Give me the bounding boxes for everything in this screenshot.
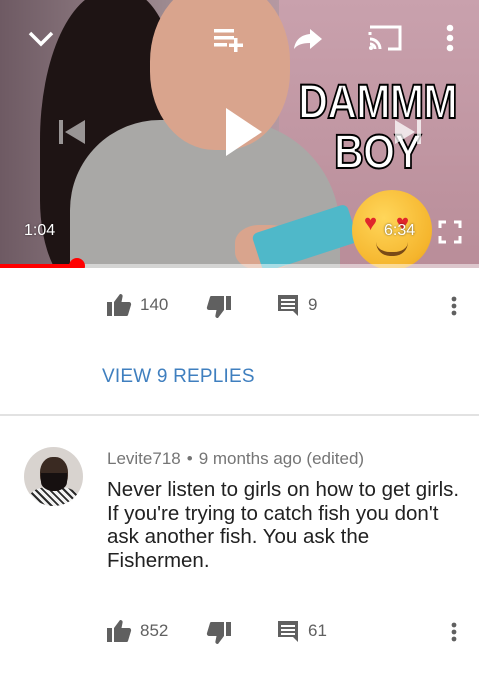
reply-button[interactable]: 61: [276, 616, 327, 646]
progress-scrubber-handle[interactable]: [68, 258, 85, 268]
progress-bar-fill: [0, 264, 77, 268]
cast-icon[interactable]: [364, 20, 406, 56]
prev-reply-button[interactable]: 9: [276, 290, 317, 320]
prev-comment-more-icon[interactable]: [451, 296, 457, 321]
prev-reply-count: 9: [308, 295, 318, 314]
video-player[interactable]: DAMMM BOY ♥ ♥ 1:04 6:34: [0, 0, 479, 268]
fullscreen-icon[interactable]: [436, 218, 464, 246]
next-icon[interactable]: [388, 112, 428, 152]
thumbs-up-icon: [107, 294, 132, 316]
prev-dislike-button[interactable]: [206, 292, 232, 322]
chevron-down-icon[interactable]: [24, 22, 58, 56]
comment-meta: Levite718 • 9 months ago (edited): [107, 449, 364, 469]
comment-line-1: Never listen to girls on how to get girl…: [107, 478, 460, 501]
prev-like-count: 140: [140, 295, 169, 314]
meta-separator: •: [186, 449, 193, 468]
comment-body: Never listen to girls on how to get girl…: [107, 478, 469, 572]
comment-more-icon[interactable]: [451, 622, 457, 647]
duration: 6:34: [384, 222, 416, 239]
previous-icon[interactable]: [52, 112, 92, 152]
comment-icon: [278, 621, 298, 642]
video-overlay-title: DAMMM BOY: [294, 76, 462, 179]
comment-divider: [0, 414, 479, 416]
share-icon[interactable]: [290, 22, 326, 56]
play-icon[interactable]: [214, 100, 270, 164]
overlay-title-line-1: DAMMM: [297, 76, 458, 129]
thumbs-down-icon: [206, 296, 231, 318]
like-button[interactable]: 852: [106, 616, 168, 646]
thumbs-up-icon: [107, 620, 132, 642]
comment-time: 9 months ago (edited): [198, 449, 365, 468]
current-time: 1:04: [24, 222, 56, 239]
comment-icon: [278, 295, 298, 316]
more-vert-icon[interactable]: [438, 20, 462, 56]
like-count: 852: [140, 621, 169, 640]
prev-comment-actions: 140 9: [0, 290, 479, 320]
comment-line-2: If you're trying to catch fish you don't…: [107, 501, 439, 572]
overlay-title-line-2: BOY: [333, 126, 422, 179]
avatar[interactable]: [24, 447, 83, 506]
prev-like-button[interactable]: 140: [106, 290, 168, 320]
add-to-queue-icon[interactable]: [210, 22, 248, 56]
comment-author[interactable]: Levite718: [107, 449, 181, 468]
view-replies-link[interactable]: VIEW 9 REPLIES: [102, 366, 255, 388]
thumbs-down-icon: [206, 622, 231, 644]
reply-count: 61: [308, 621, 327, 640]
comment-actions: 852 61: [0, 616, 479, 646]
dislike-button[interactable]: [206, 618, 232, 648]
